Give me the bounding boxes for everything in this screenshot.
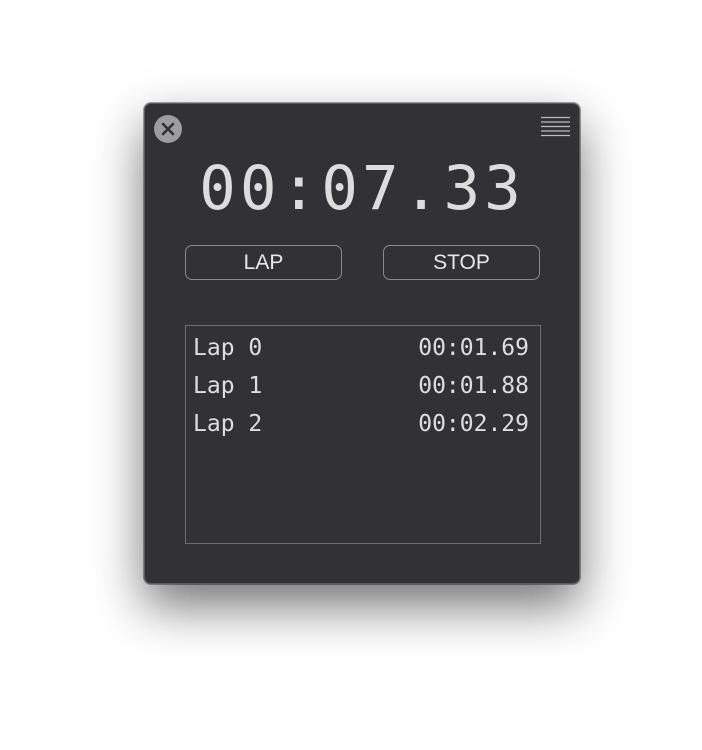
lap-name: Lap 0 [193, 335, 263, 361]
lap-time: 00:01.69 [418, 335, 529, 361]
lap-time: 00:01.88 [418, 373, 529, 399]
lap-name: Lap 1 [193, 373, 263, 399]
lap-time: 00:02.29 [418, 411, 529, 437]
close-button[interactable] [154, 115, 182, 143]
elapsed-time-display: 00:07.33 [199, 153, 525, 224]
stop-button[interactable]: STOP [383, 245, 540, 280]
menu-icon [541, 116, 570, 137]
stopwatch-window: 00:07.33 LAP STOP Lap 0 00:01.69 Lap 1 0… [144, 103, 580, 584]
lap-row[interactable]: Lap 0 00:01.69 [186, 329, 540, 367]
lap-button[interactable]: LAP [185, 245, 342, 280]
lap-row[interactable]: Lap 1 00:01.88 [186, 367, 540, 405]
lap-list[interactable]: Lap 0 00:01.69 Lap 1 00:01.88 Lap 2 00:0… [185, 325, 541, 544]
menu-button[interactable] [541, 116, 570, 138]
lap-name: Lap 2 [193, 411, 263, 437]
close-icon [161, 122, 175, 136]
lap-row[interactable]: Lap 2 00:02.29 [186, 405, 540, 443]
